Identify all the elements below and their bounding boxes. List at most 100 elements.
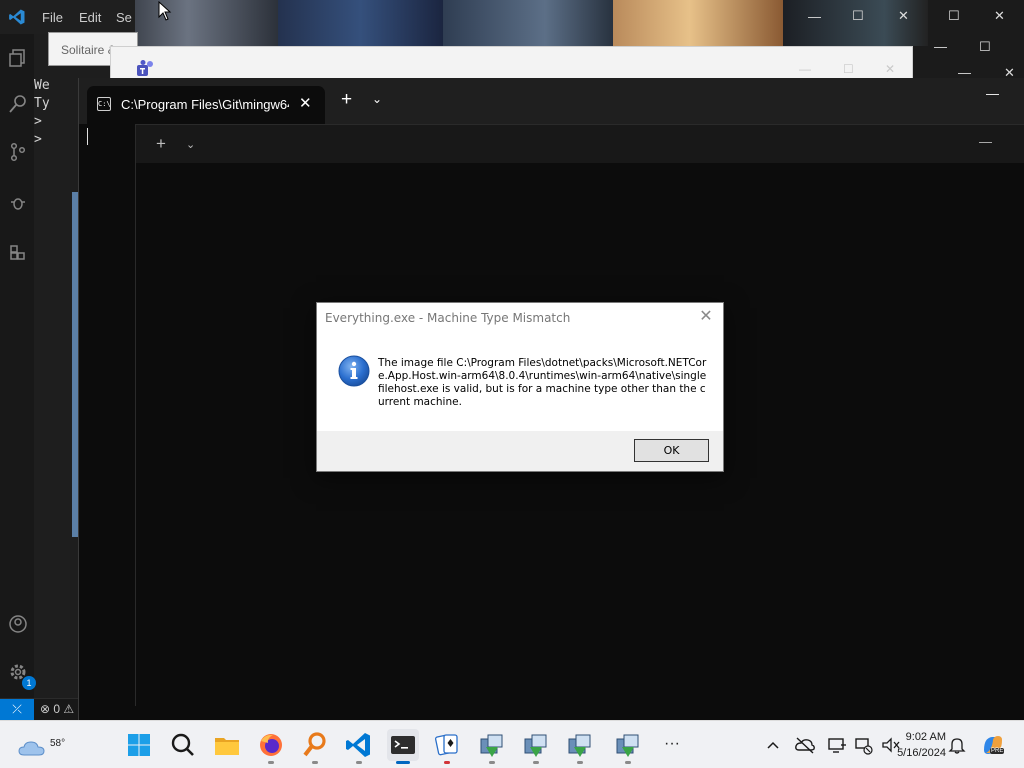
search-button[interactable] <box>167 729 199 761</box>
dialog-title: Everything.exe - Machine Type Mismatch <box>325 311 571 325</box>
mouse-pointer-icon <box>158 1 172 21</box>
account-icon[interactable] <box>8 614 28 634</box>
solitaire-taskbar-button[interactable] <box>431 729 463 764</box>
update-badge: 1 <box>22 676 36 690</box>
terminal-line: > <box>34 114 42 129</box>
cloud-icon <box>18 741 45 756</box>
dialog-footer: OK <box>317 431 723 471</box>
menu-edit[interactable]: Edit <box>79 10 101 25</box>
installer-icon <box>524 734 547 757</box>
terminal-line: Ty <box>34 96 50 111</box>
running-indicator <box>444 761 450 764</box>
system-clock[interactable]: 9:02 AM 5/16/2024 <box>880 729 946 761</box>
display-icon[interactable] <box>826 734 848 756</box>
inner-minimize-button[interactable]: — <box>979 134 992 149</box>
firefox-button[interactable] <box>255 729 287 764</box>
tab-dropdown-chevron-icon[interactable]: ⌄ <box>372 92 382 106</box>
start-button[interactable] <box>123 729 155 761</box>
bg-close-button[interactable]: ✕ <box>898 9 909 22</box>
vscode-icon <box>346 733 370 757</box>
terminal-line: We <box>34 78 50 93</box>
solitaire-cards-icon <box>434 734 458 756</box>
running-indicator <box>625 761 631 764</box>
firefox-icon <box>260 734 282 756</box>
source-control-icon[interactable] <box>8 142 28 162</box>
dialog-close-button[interactable]: ✕ <box>697 308 715 326</box>
copilot-button[interactable]: PRE <box>980 732 1006 758</box>
running-indicator <box>356 761 362 764</box>
windows-logo-icon <box>128 734 150 756</box>
wallpaper-strip <box>613 0 783 46</box>
installer-button-4[interactable] <box>612 729 644 764</box>
terminal-tab[interactable]: C:\ C:\Program Files\Git\mingw64 ✕ <box>87 86 325 124</box>
teams-close-button[interactable]: ✕ <box>885 62 895 76</box>
bg-maximize-button[interactable]: ☐ <box>852 9 864 22</box>
clock-date: 5/16/2024 <box>897 747 946 759</box>
terminal-line: > <box>34 132 42 147</box>
everything-button[interactable] <box>299 729 331 764</box>
overflow-button[interactable]: ··· <box>656 729 688 761</box>
bg-close-button-2[interactable]: ✕ <box>994 9 1005 22</box>
extensions-icon[interactable] <box>8 242 28 262</box>
installer-button-3[interactable] <box>564 729 596 764</box>
running-indicator <box>577 761 583 764</box>
solitaire-title: Solitaire & <box>61 43 116 57</box>
notification-bell-icon[interactable] <box>946 734 968 756</box>
inner-dropdown-chevron-icon[interactable]: ⌄ <box>186 138 195 151</box>
onedrive-offline-icon[interactable] <box>794 734 816 756</box>
dialog-titlebar: Everything.exe - Machine Type Mismatch ✕ <box>317 303 723 333</box>
search-icon[interactable] <box>8 94 28 114</box>
running-indicator <box>533 761 539 764</box>
inner-terminal-tabbar: + ⌄ — <box>136 125 1024 163</box>
folder-icon <box>215 738 239 755</box>
bg-minimize-button[interactable]: — <box>808 10 821 23</box>
bg-minimize-button-3[interactable]: — <box>934 40 947 53</box>
running-indicator <box>268 761 274 764</box>
vscode-logo-icon <box>9 9 25 25</box>
installer-icon <box>480 734 503 757</box>
bg-maximize-button-3[interactable]: ☐ <box>979 40 991 53</box>
close-tab-icon[interactable]: ✕ <box>299 94 312 112</box>
installer-button-2[interactable] <box>520 729 552 764</box>
cmd-icon: C:\ <box>97 97 111 111</box>
weather-widget[interactable]: 58° <box>18 729 65 761</box>
wallpaper-strip <box>783 0 928 46</box>
new-tab-button[interactable]: + <box>341 90 352 109</box>
debug-icon[interactable] <box>8 192 28 212</box>
clock-time: 9:02 AM <box>905 731 946 743</box>
running-indicator <box>489 761 495 764</box>
terminal-tab-title: C:\Program Files\Git\mingw64 <box>121 97 289 112</box>
ok-button[interactable]: OK <box>634 439 709 462</box>
terminal-minimize-button[interactable]: — <box>986 86 999 101</box>
info-icon <box>338 355 370 387</box>
vscode-button[interactable] <box>343 729 375 764</box>
file-explorer-button[interactable] <box>211 729 243 761</box>
remote-indicator[interactable]: ⤫ <box>0 699 34 721</box>
wallpaper-strip <box>443 0 613 46</box>
copilot-pre-badge: PRE <box>990 748 1005 754</box>
teams-maximize-button[interactable]: ☐ <box>843 62 854 76</box>
installer-icon <box>568 734 591 757</box>
terminal-tabbar: C:\ C:\Program Files\Git\mingw64 ✕ + ⌄ — <box>79 78 1024 124</box>
teams-icon <box>137 60 153 76</box>
copilot-icon <box>984 736 1002 754</box>
weather-temperature: 58° <box>50 738 66 749</box>
machine-type-mismatch-dialog: Everything.exe - Machine Type Mismatch ✕… <box>316 302 724 472</box>
wallpaper-strip <box>278 0 443 46</box>
search-icon <box>171 733 194 756</box>
text-cursor <box>87 128 88 145</box>
terminal-icon <box>391 736 415 754</box>
teams-minimize-button[interactable]: — <box>799 62 811 76</box>
terminal-taskbar-button[interactable] <box>387 729 419 764</box>
vscode-titlebar: File Edit Se <box>0 0 135 34</box>
bg-maximize-button-2[interactable]: ☐ <box>948 9 960 22</box>
installer-button-1[interactable] <box>476 729 508 764</box>
menu-selection[interactable]: Se <box>116 10 132 25</box>
chevron-up-icon[interactable] <box>762 734 784 756</box>
active-indicator <box>396 761 410 764</box>
menu-file[interactable]: File <box>42 10 63 25</box>
explorer-icon[interactable] <box>8 48 28 68</box>
network-disconnected-icon[interactable] <box>852 734 874 756</box>
wallpaper-strip <box>128 0 278 46</box>
inner-new-tab-button[interactable]: + <box>156 135 166 152</box>
